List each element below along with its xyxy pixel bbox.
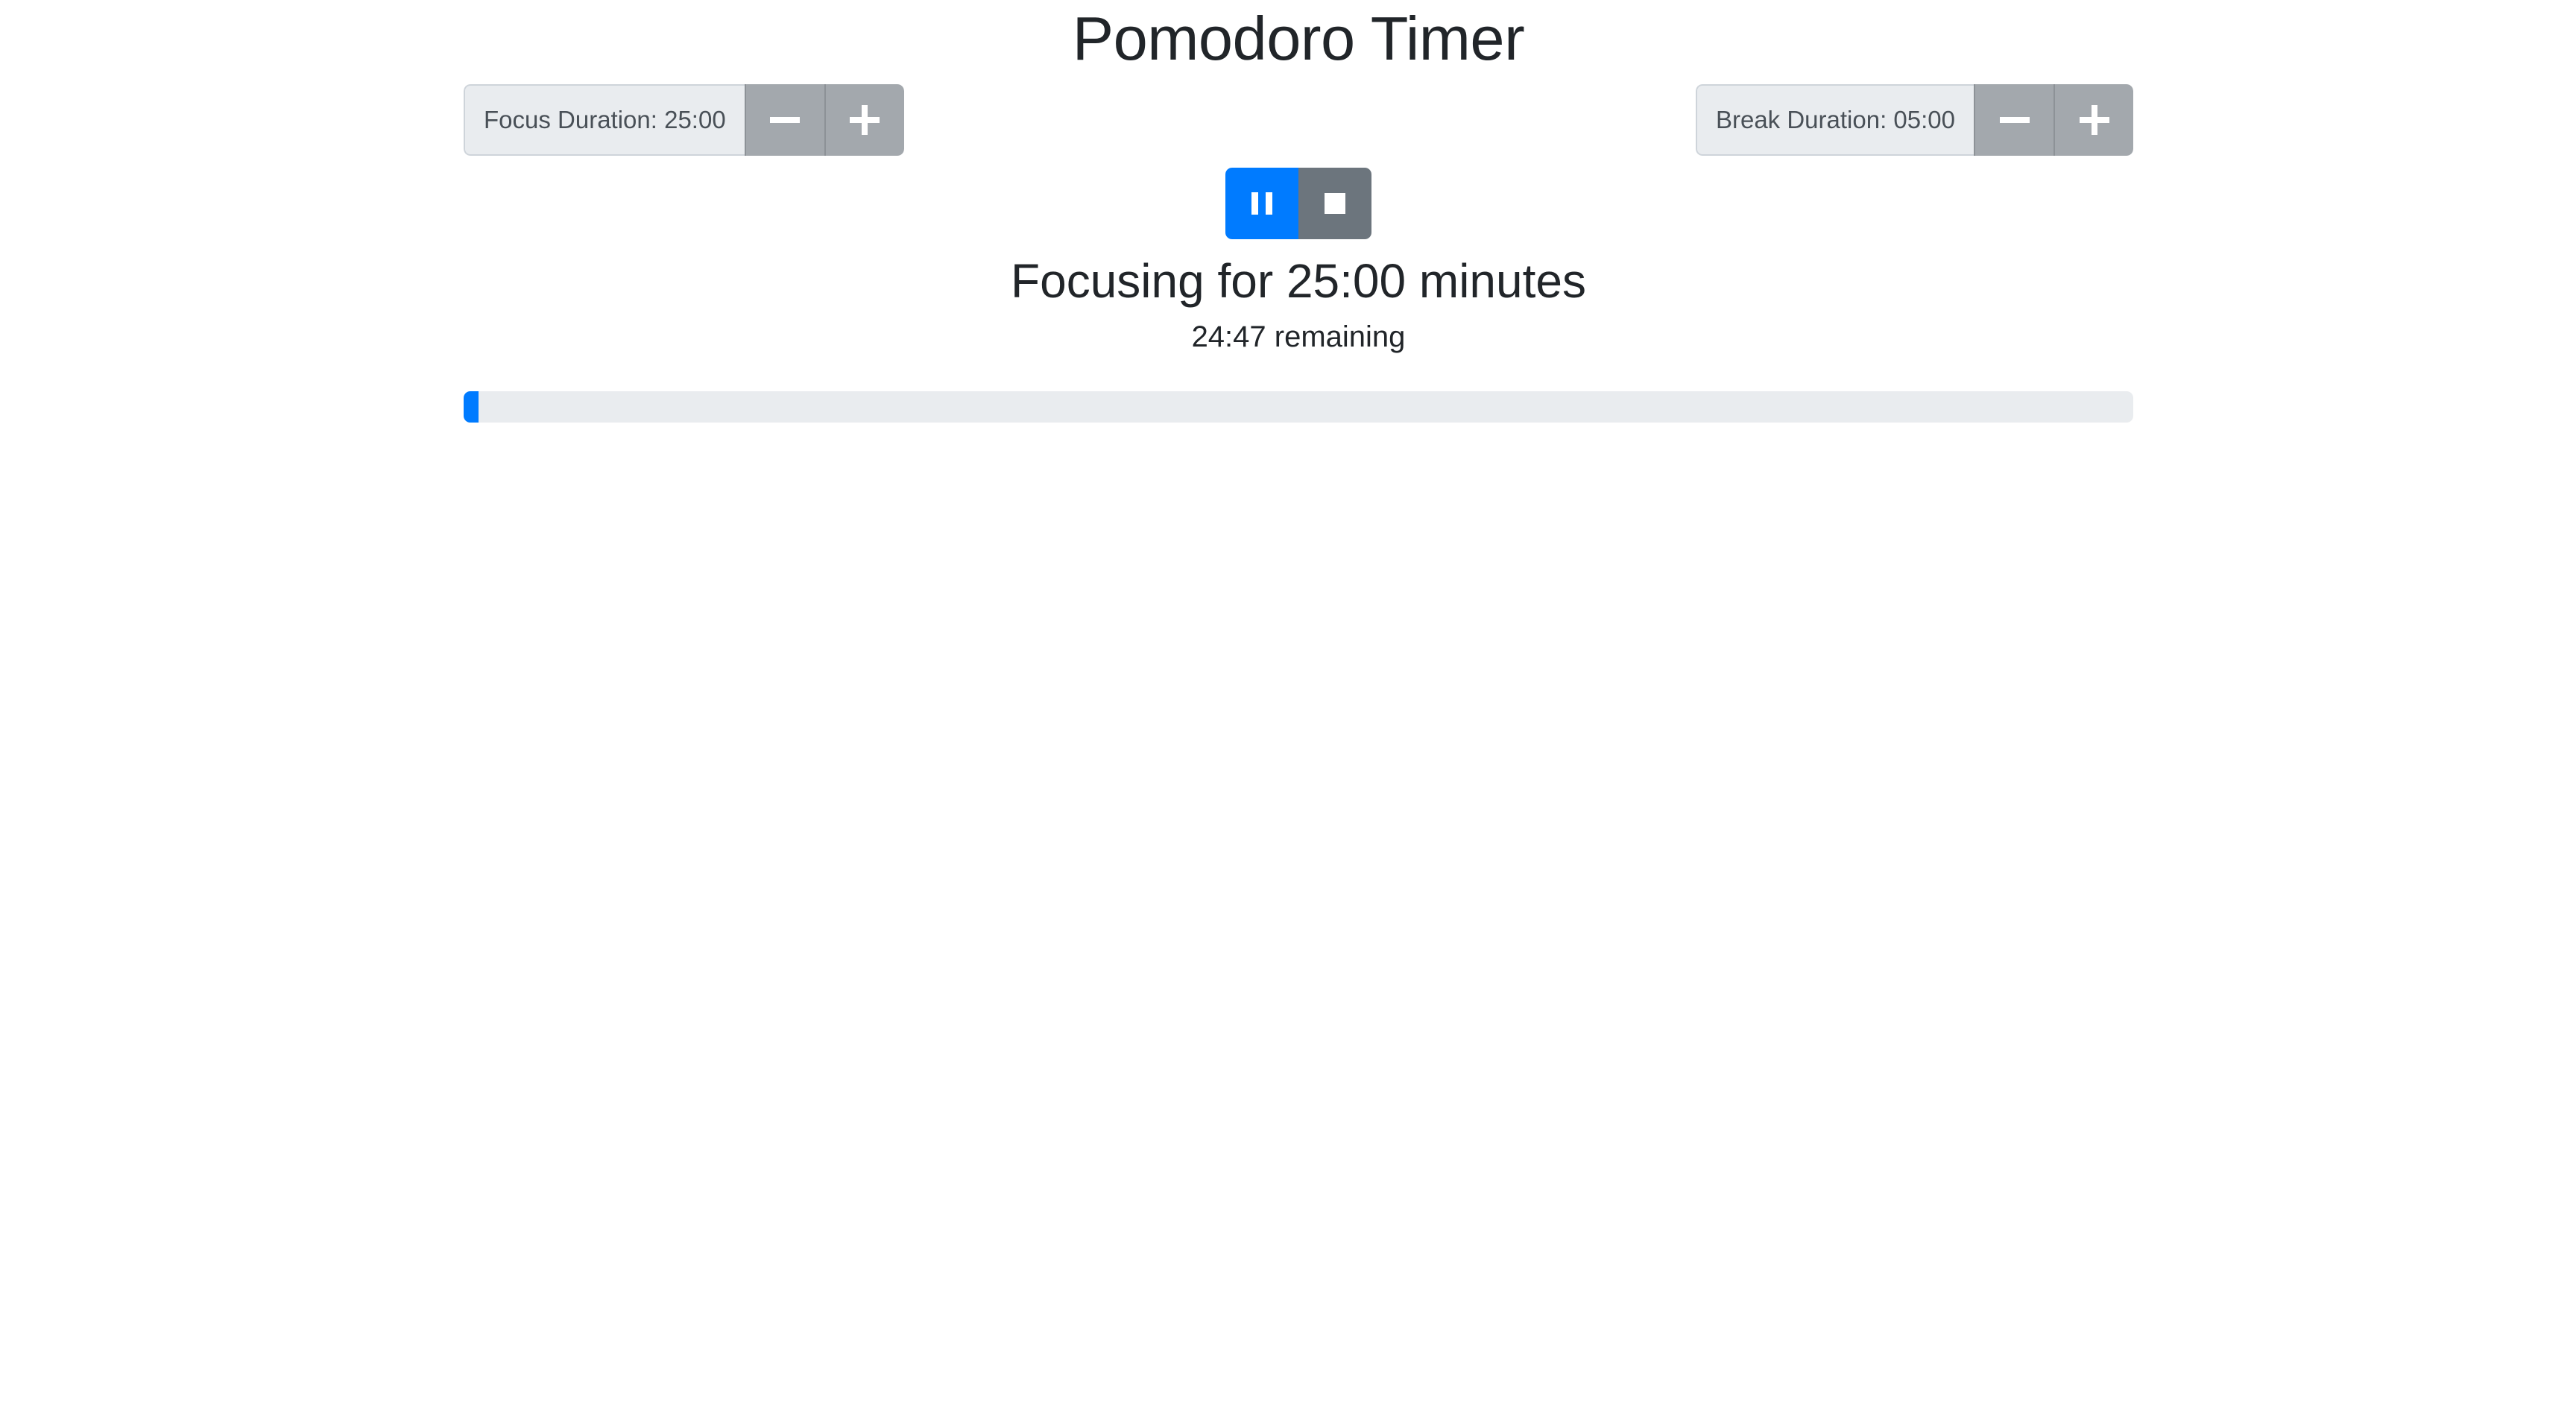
control-button-group (1225, 168, 1371, 239)
timer-container: Pomodoro Timer Focus Duration: 25:00 Bre… (464, 0, 2133, 423)
break-increment-button[interactable] (2053, 84, 2133, 156)
plus-icon (2079, 105, 2109, 135)
timer-controls (464, 168, 2133, 239)
pause-icon (1251, 192, 1272, 215)
progress-bar (464, 391, 479, 423)
stop-icon (1325, 193, 1345, 214)
minus-icon (770, 117, 801, 123)
pause-button[interactable] (1225, 168, 1298, 239)
plus-icon (850, 105, 880, 135)
focus-duration-label: Focus Duration: 25:00 (464, 84, 745, 156)
minus-icon (1999, 117, 2030, 123)
time-remaining: 24:47 remaining (1191, 320, 1406, 353)
duration-settings: Focus Duration: 25:00 Break Duration: 05… (464, 84, 2133, 156)
timer-status: Focusing for 25:00 minutes (1011, 254, 1586, 308)
break-duration-label: Break Duration: 05:00 (1695, 84, 1974, 156)
focus-decrement-button[interactable] (744, 84, 824, 156)
progress-track (464, 391, 2133, 423)
break-duration-group: Break Duration: 05:00 (1695, 84, 2133, 156)
stop-button[interactable] (1298, 168, 1371, 239)
page: Pomodoro Timer Focus Duration: 25:00 Bre… (0, 0, 2576, 1407)
page-title: Pomodoro Timer (1072, 4, 1525, 73)
focus-increment-button[interactable] (824, 84, 904, 156)
break-decrement-button[interactable] (1974, 84, 2053, 156)
focus-duration-group: Focus Duration: 25:00 (464, 84, 904, 156)
